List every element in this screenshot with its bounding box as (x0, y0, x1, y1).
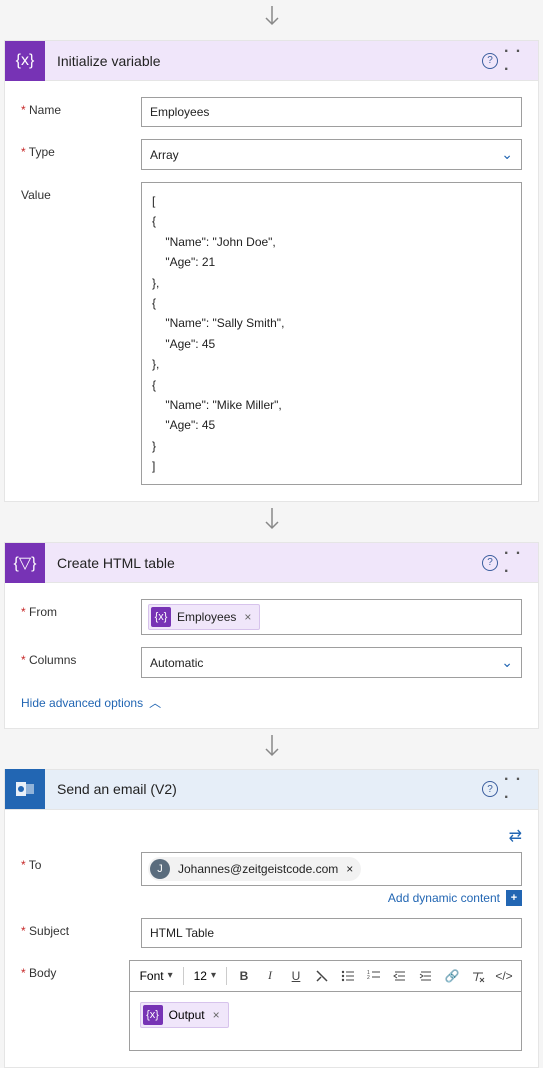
recipient-chip[interactable]: J Johannes@zeitgeistcode.com × (148, 857, 361, 881)
recipient-remove[interactable]: × (346, 862, 353, 876)
label-value: Value (21, 182, 141, 485)
bullet-list-button[interactable] (337, 965, 359, 987)
text-color-button[interactable] (311, 965, 333, 987)
token-label: Output (169, 1008, 205, 1022)
table-icon: {▽} (5, 543, 45, 583)
flow-arrow (0, 502, 543, 542)
action-title: Create HTML table (45, 555, 476, 571)
number-list-button[interactable]: 12 (363, 965, 385, 987)
outdent-button[interactable] (389, 965, 411, 987)
chevron-down-icon: ⌄ (501, 146, 513, 163)
bold-button[interactable]: B (233, 965, 255, 987)
underline-button[interactable]: U (285, 965, 307, 987)
columns-select[interactable]: Automatic ⌄ (141, 647, 522, 678)
action-title: Send an email (V2) (45, 781, 476, 797)
label-body: Body (21, 960, 129, 1051)
svg-text:2: 2 (367, 975, 370, 981)
chevron-down-icon: ▾ (211, 970, 216, 981)
label-from: From (21, 599, 141, 635)
chevron-down-icon: ▾ (168, 970, 173, 981)
label-type: Type (21, 139, 141, 170)
action-send-email: Send an email (V2) ? · · · ⇄ To J Johann… (4, 769, 539, 1068)
flow-arrow-top (0, 0, 543, 40)
indent-button[interactable] (415, 965, 437, 987)
menu-button[interactable]: · · · (504, 549, 532, 577)
help-button[interactable]: ? (476, 549, 504, 577)
token-employees[interactable]: {x} Employees × (148, 604, 260, 630)
font-family-select[interactable]: Font ▾ (136, 967, 177, 985)
menu-button[interactable]: · · · (504, 47, 532, 75)
token-remove[interactable]: × (242, 610, 253, 624)
label-name: Name (21, 97, 141, 127)
token-remove[interactable]: × (211, 1008, 222, 1022)
recipient-email: Johannes@zeitgeistcode.com (178, 862, 338, 876)
flow-arrow (0, 729, 543, 769)
help-button[interactable]: ? (476, 47, 504, 75)
label-columns: Columns (21, 647, 141, 678)
menu-button[interactable]: · · · (504, 775, 532, 803)
label-to: To (21, 852, 141, 906)
variable-icon: {x} (143, 1005, 163, 1025)
clear-format-button[interactable] (467, 965, 489, 987)
swap-mode-button[interactable]: ⇄ (509, 826, 522, 846)
help-button[interactable]: ? (476, 775, 504, 803)
plus-icon: + (506, 890, 522, 906)
variable-icon: {x} (5, 41, 45, 81)
action-header[interactable]: Send an email (V2) ? · · · (5, 770, 538, 810)
from-input[interactable]: {x} Employees × (141, 599, 522, 635)
link-button[interactable]: 🔗 (441, 965, 463, 987)
italic-button[interactable]: I (259, 965, 281, 987)
token-output[interactable]: {x} Output × (140, 1002, 229, 1028)
value-textarea[interactable]: [ { "Name": "John Doe", "Age": 21 }, { "… (141, 182, 522, 485)
chevron-down-icon: ⌄ (501, 654, 513, 671)
chevron-up-icon: ︿ (149, 694, 161, 711)
hide-advanced-link[interactable]: Hide advanced options ︿ (21, 694, 161, 711)
action-initialize-variable: {x} Initialize variable ? · · · Name Emp… (4, 40, 539, 502)
type-select[interactable]: Array ⌄ (141, 139, 522, 170)
code-view-button[interactable]: </> (493, 965, 515, 987)
subject-input[interactable]: HTML Table (141, 918, 522, 948)
action-title: Initialize variable (45, 53, 476, 69)
variable-icon: {x} (151, 607, 171, 627)
columns-select-value: Automatic (150, 656, 203, 670)
action-create-html-table: {▽} Create HTML table ? · · · From {x} E… (4, 542, 539, 729)
action-header[interactable]: {x} Initialize variable ? · · · (5, 41, 538, 81)
body-editor[interactable]: {x} Output × (129, 991, 522, 1051)
token-label: Employees (177, 610, 236, 624)
avatar: J (150, 859, 170, 879)
label-subject: Subject (21, 918, 141, 948)
outlook-icon (5, 769, 45, 809)
rich-text-toolbar: Font ▾ 12 ▾ B I U 12 (129, 960, 522, 991)
to-input[interactable]: J Johannes@zeitgeistcode.com × (141, 852, 522, 886)
action-header[interactable]: {▽} Create HTML table ? · · · (5, 543, 538, 583)
font-size-select[interactable]: 12 ▾ (190, 967, 220, 985)
add-dynamic-content-link[interactable]: Add dynamic content + (141, 890, 522, 906)
type-select-value: Array (150, 148, 179, 162)
name-input[interactable]: Employees (141, 97, 522, 127)
